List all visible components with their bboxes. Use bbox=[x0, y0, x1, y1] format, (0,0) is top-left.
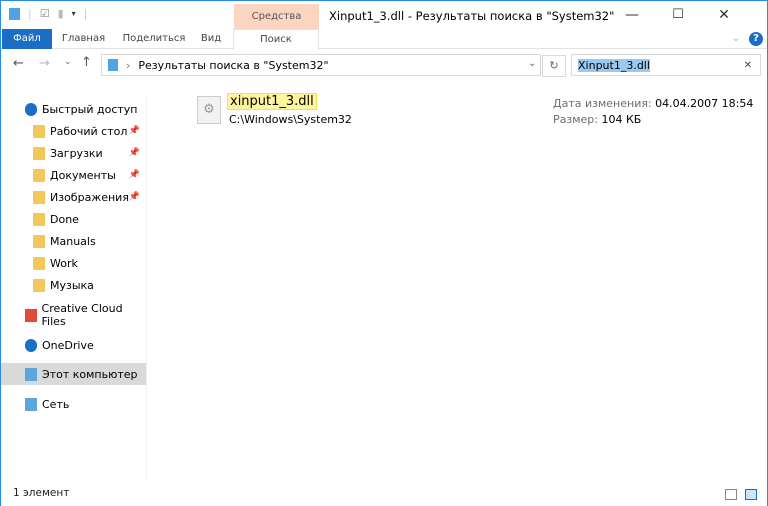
computer-icon bbox=[25, 367, 37, 381]
refresh-button[interactable]: ↻ bbox=[542, 55, 566, 77]
customize-dropdown-icon[interactable]: ▾ bbox=[72, 9, 76, 18]
recent-dropdown-icon[interactable]: ⌄ bbox=[64, 57, 72, 67]
sidebar-item-label: Документы bbox=[50, 168, 116, 182]
chevron-right-icon: › bbox=[126, 58, 131, 72]
date-label: Дата изменения: bbox=[553, 97, 652, 110]
star-icon bbox=[25, 102, 37, 116]
sidebar-item[interactable]: Документы 📌 bbox=[1, 164, 146, 186]
quick-access-toolbar: | ☑ ▮ ▾ | bbox=[9, 7, 87, 20]
address-bar[interactable]: › Результаты поиска в "System32" bbox=[101, 54, 541, 76]
sidebar-item[interactable]: OneDrive bbox=[1, 334, 146, 356]
sidebar-item-label: Manuals bbox=[50, 234, 96, 248]
app-icon bbox=[9, 7, 20, 20]
status-item-count: 1 элемент bbox=[13, 487, 70, 499]
folder-icon bbox=[33, 234, 45, 248]
sidebar-item[interactable]: Изображения 📌 bbox=[1, 186, 146, 208]
documents-folder-icon bbox=[33, 168, 45, 182]
date-value: 04.04.2007 18:54 bbox=[655, 97, 754, 110]
sidebar-item[interactable]: Этот компьютер bbox=[1, 363, 146, 385]
sidebar-item-label: Загрузки bbox=[50, 146, 103, 160]
new-folder-icon[interactable]: ▮ bbox=[58, 7, 64, 20]
tab-view[interactable]: Вид bbox=[196, 29, 226, 49]
sidebar-item-label: Work bbox=[50, 256, 78, 270]
pin-icon[interactable]: 📌 bbox=[129, 192, 140, 202]
tab-search[interactable]: Поиск bbox=[233, 29, 319, 50]
downloads-folder-icon bbox=[33, 146, 45, 160]
result-file-name[interactable]: xinput1_3.dll bbox=[227, 93, 317, 110]
sidebar-item-label: Быстрый доступ bbox=[42, 102, 138, 116]
back-button[interactable]: ← bbox=[13, 56, 24, 71]
sidebar-item-label: Музыка bbox=[50, 278, 94, 292]
tab-share[interactable]: Поделиться bbox=[119, 29, 189, 49]
expand-ribbon-icon[interactable]: ⌄ bbox=[729, 29, 743, 49]
properties-icon[interactable]: ☑ bbox=[40, 7, 50, 20]
help-icon[interactable]: ? bbox=[749, 32, 763, 46]
search-location-icon bbox=[108, 59, 118, 71]
tab-file[interactable]: Файл bbox=[2, 29, 52, 49]
close-button[interactable]: ✕ bbox=[701, 1, 747, 29]
address-path: Результаты поиска в "System32" bbox=[138, 58, 329, 72]
ribbon-tabs: Файл Главная Поделиться Вид Поиск ⌄ ? bbox=[1, 29, 767, 50]
size-label: Размер: bbox=[553, 113, 598, 126]
sidebar-item[interactable]: Музыка bbox=[1, 274, 146, 296]
sidebar-item[interactable]: Manuals bbox=[1, 230, 146, 252]
sidebar-item-label: Creative Cloud Files bbox=[41, 302, 123, 328]
folder-icon bbox=[33, 212, 45, 226]
search-input[interactable]: Xinput1_3.dll ✕ bbox=[571, 54, 761, 76]
search-tools-context-label: Средства поиска bbox=[234, 4, 319, 47]
sidebar-item[interactable]: Быстрый доступ bbox=[1, 98, 146, 120]
dll-file-icon: ⚙ bbox=[197, 96, 221, 124]
sidebar-item-label: OneDrive bbox=[42, 338, 94, 352]
folder-icon bbox=[33, 256, 45, 270]
search-value: Xinput1_3.dll bbox=[578, 58, 650, 72]
minimize-button[interactable]: — bbox=[609, 1, 655, 29]
pin-icon[interactable]: 📌 bbox=[129, 148, 140, 158]
explorer-window: | ☑ ▮ ▾ | Средства поиска Xinput1_3.dll … bbox=[0, 0, 768, 506]
navigation-pane: Быстрый доступ Рабочий стол 📌 Загрузки 📌 Доку… bbox=[1, 96, 147, 481]
sidebar-item-label: Сеть bbox=[42, 397, 70, 411]
forward-button[interactable]: → bbox=[39, 56, 50, 71]
pin-icon[interactable]: 📌 bbox=[129, 126, 140, 136]
address-dropdown-icon[interactable]: ⌄ bbox=[528, 58, 536, 69]
network-icon bbox=[25, 397, 37, 411]
result-path: C:\Windows\System32 bbox=[229, 113, 352, 126]
pictures-folder-icon bbox=[33, 190, 45, 204]
sidebar-item-label: Рабочий стол bbox=[50, 124, 128, 138]
sidebar-item[interactable]: Done bbox=[1, 208, 146, 230]
sidebar-item-label: Done bbox=[50, 212, 79, 226]
sidebar-item[interactable]: Рабочий стол 📌 bbox=[1, 120, 146, 142]
creative-cloud-icon bbox=[25, 308, 37, 322]
up-button[interactable]: ↑ bbox=[81, 55, 92, 70]
size-value: 104 КБ bbox=[601, 113, 642, 126]
pin-icon[interactable]: 📌 bbox=[129, 170, 140, 180]
cloud-icon bbox=[25, 338, 37, 352]
tiles-view-button[interactable] bbox=[745, 489, 757, 500]
music-folder-icon bbox=[33, 278, 45, 292]
sidebar-item[interactable]: Work bbox=[1, 252, 146, 274]
sidebar-item-label: Изображения bbox=[50, 190, 129, 204]
desktop-folder-icon bbox=[33, 124, 45, 138]
tab-home[interactable]: Главная bbox=[56, 29, 111, 49]
sidebar-item[interactable]: Creative Cloud Files bbox=[1, 302, 146, 328]
sidebar-item[interactable]: Сеть bbox=[1, 393, 146, 415]
window-title: Xinput1_3.dll - Результаты поиска в "Sys… bbox=[329, 9, 615, 23]
maximize-button[interactable]: ☐ bbox=[655, 1, 701, 29]
sidebar-item[interactable]: Загрузки 📌 bbox=[1, 142, 146, 164]
details-view-button[interactable] bbox=[725, 489, 737, 500]
sidebar-item-label: Этот компьютер bbox=[42, 367, 138, 381]
clear-search-icon[interactable]: ✕ bbox=[744, 60, 752, 71]
